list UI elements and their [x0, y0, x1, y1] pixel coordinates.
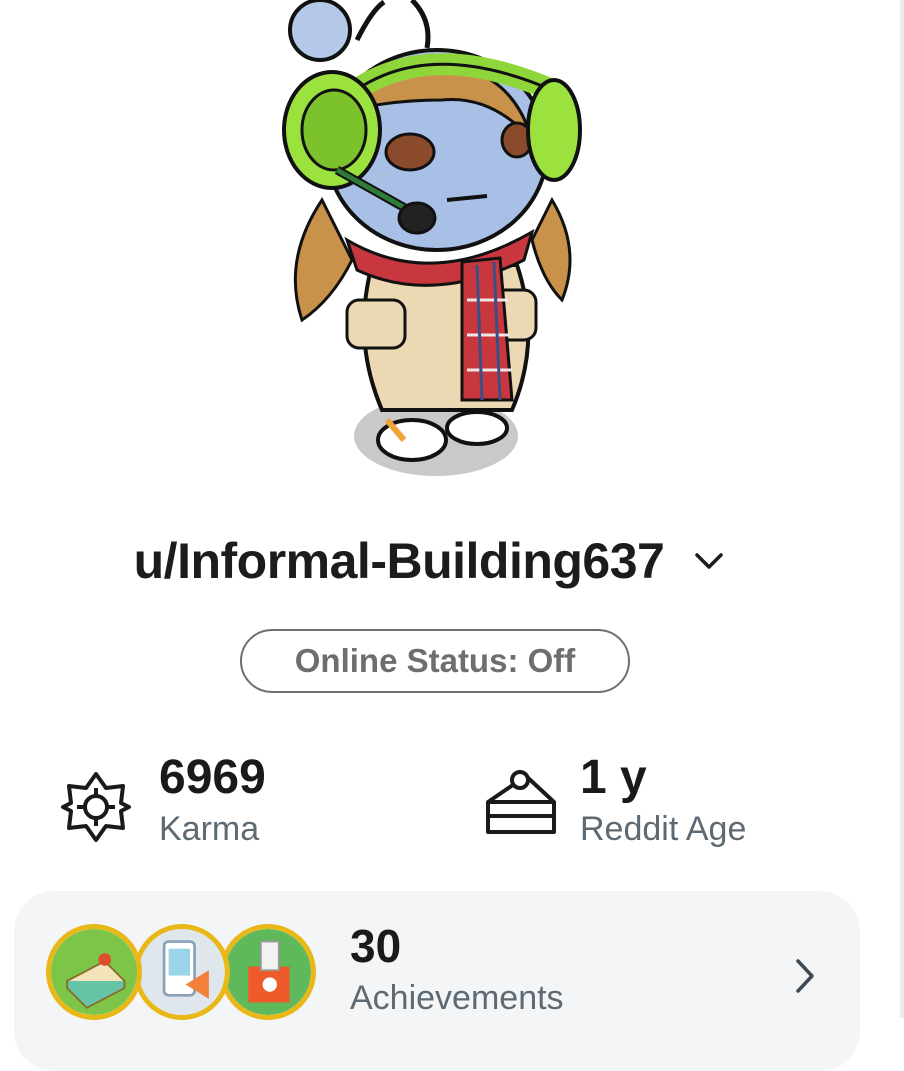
right-edge-divider	[900, 0, 904, 1018]
username-row[interactable]: u/Informal-Building637	[0, 532, 860, 590]
upload-badge-icon	[134, 924, 230, 1020]
achievements-card[interactable]: 30 Achievements	[14, 891, 860, 1071]
online-status-label: Online Status: Off	[294, 642, 576, 679]
karma-flower-icon	[61, 772, 131, 842]
reddit-age-label: Reddit Age	[580, 810, 747, 848]
cake-badge-icon	[46, 924, 142, 1020]
chevron-right-icon[interactable]	[790, 957, 820, 995]
reddit-age-value: 1 y	[580, 751, 647, 804]
reddit-age-stat: 1 y Reddit Age	[480, 750, 860, 860]
snoo-avatar[interactable]	[262, 0, 602, 490]
karma-label: Karma	[159, 810, 260, 848]
username: u/Informal-Building637	[133, 533, 665, 589]
online-status-button[interactable]: Online Status: Off	[240, 629, 630, 693]
gift-badge-icon	[220, 924, 316, 1020]
karma-stat: 6969 Karma	[55, 750, 415, 860]
chevron-down-icon[interactable]	[692, 544, 726, 578]
karma-value: 6969	[159, 751, 266, 804]
cake-icon	[486, 770, 556, 834]
achievements-count: 30	[350, 920, 402, 972]
achievements-label: Achievements	[350, 979, 564, 1017]
